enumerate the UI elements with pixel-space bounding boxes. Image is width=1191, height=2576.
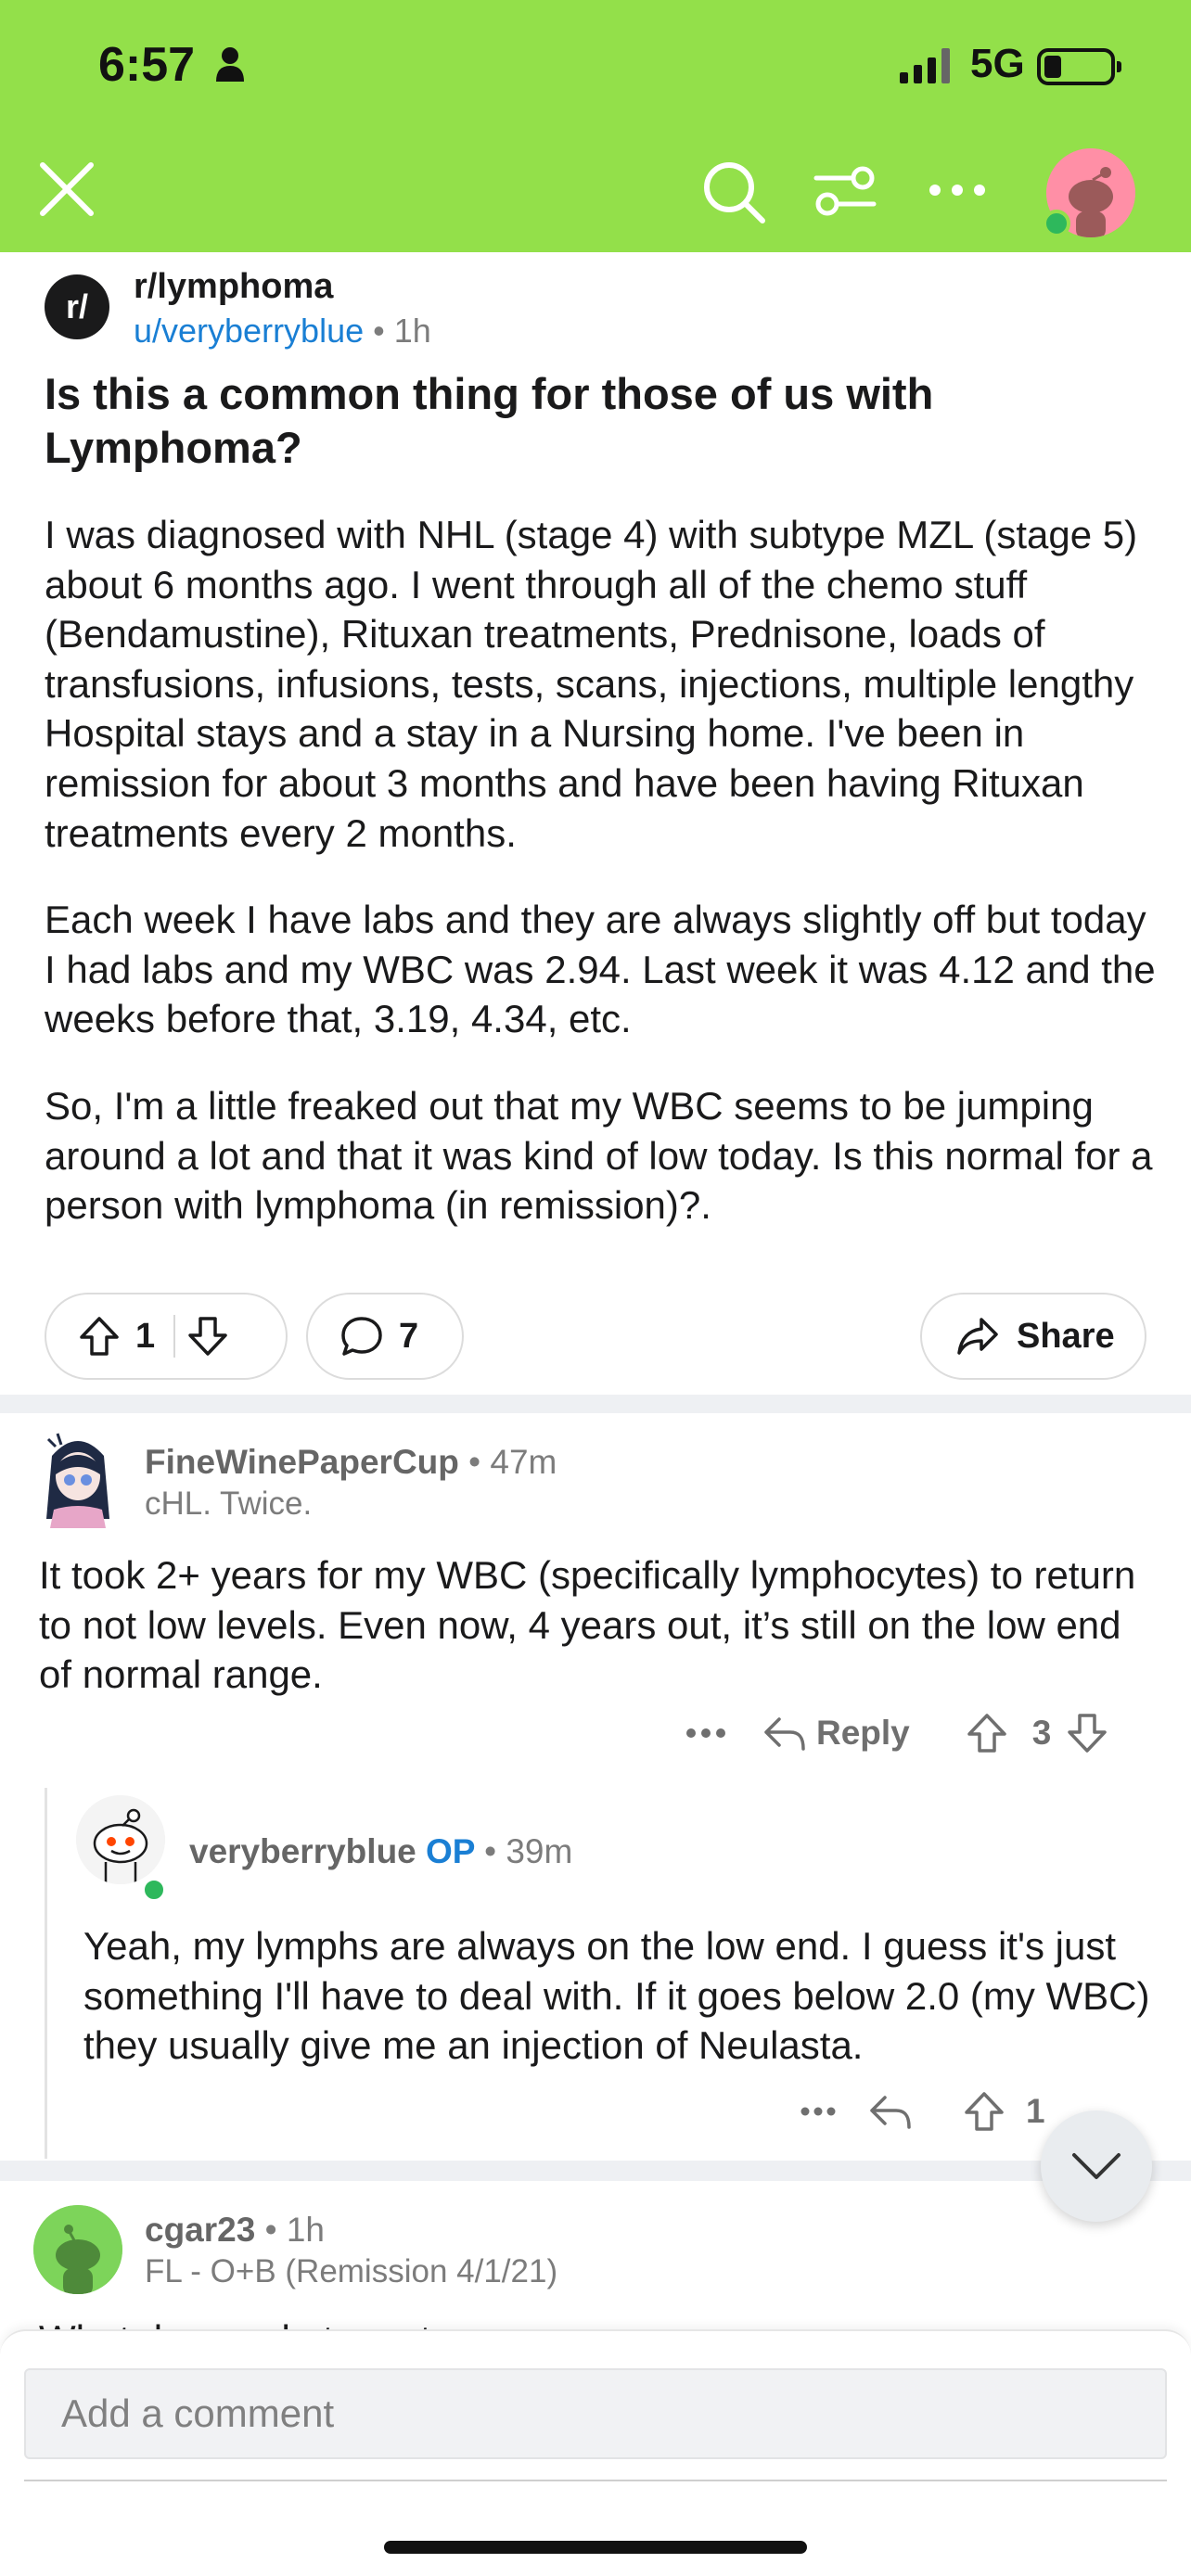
close-icon[interactable]: [37, 159, 96, 219]
more-options-icon[interactable]: [685, 1727, 727, 1740]
snoo-avatar-icon: [76, 1795, 165, 1884]
upvote-icon[interactable]: [78, 1315, 121, 1358]
post-paragraph: So, I'm a little freaked out that my WBC…: [45, 1083, 1153, 1228]
more-options-icon[interactable]: [800, 2106, 837, 2117]
comment-actions: Reply 3: [685, 1712, 1108, 1754]
post-action-bar: 1 7 Share: [45, 1293, 1146, 1382]
comment-vote-count: 3: [1031, 1714, 1052, 1752]
post-author[interactable]: u/veryberryblue: [134, 312, 364, 350]
comment-author[interactable]: veryberryblue: [189, 1832, 416, 1870]
scroll-down-button[interactable]: [1041, 2111, 1152, 2222]
share-label: Share: [1017, 1316, 1115, 1356]
comment-vote-count: 1: [1026, 2092, 1045, 2130]
filter-icon[interactable]: [813, 163, 877, 219]
snoo-avatar-icon: [33, 2205, 122, 2294]
network-label: 5G: [970, 41, 1025, 86]
thread-line: [45, 1788, 47, 2159]
comments-button[interactable]: 7: [306, 1293, 464, 1380]
comment-avatar[interactable]: [76, 1795, 165, 1884]
comment-body: It took 2+ years for my WBC (specificall…: [39, 1553, 1136, 1697]
comment-actions: 1: [800, 2090, 1045, 2133]
battery-icon: [1037, 48, 1121, 85]
comment-author[interactable]: cgar23: [145, 2211, 255, 2249]
vote-divider: [173, 1315, 176, 1358]
upvote-icon[interactable]: [966, 1712, 1008, 1754]
comment-time: 39m: [506, 1832, 573, 1870]
comment-input[interactable]: Add a comment: [24, 2368, 1167, 2459]
composer-divider: [24, 2480, 1167, 2481]
downvote-icon[interactable]: [186, 1315, 229, 1358]
post-body: I was diagnosed with NHL (stage 4) with …: [45, 510, 1158, 1268]
reply-icon[interactable]: [868, 2092, 913, 2131]
vote-count: 1: [135, 1316, 156, 1356]
subreddit-name[interactable]: r/lymphoma: [134, 267, 333, 307]
meta-separator: •: [373, 312, 385, 350]
post-paragraph: I was diagnosed with NHL (stage 4) with …: [45, 513, 1138, 855]
anime-avatar-icon: [46, 1433, 109, 1528]
chevron-down-icon: [1072, 2153, 1121, 2179]
reply-icon[interactable]: [762, 1714, 807, 1753]
comment-avatar[interactable]: [33, 2205, 122, 2294]
comment-icon: [341, 1317, 382, 1356]
downvote-icon[interactable]: [1066, 1712, 1108, 1754]
search-icon[interactable]: [701, 159, 766, 224]
home-indicator[interactable]: [384, 2541, 807, 2554]
comment-author-line: FineWinePaperCup • 47m: [145, 1443, 557, 1481]
person-icon: [216, 47, 244, 82]
signal-icon: [900, 48, 950, 83]
top-bar: 6:57 5G: [0, 0, 1191, 252]
online-status-dot: [141, 1877, 167, 1903]
post-time: 1h: [393, 312, 431, 350]
vote-control: 1: [45, 1293, 288, 1380]
section-divider: [0, 1395, 1191, 1413]
share-icon: [957, 1318, 998, 1355]
comment-time: 1h: [286, 2211, 325, 2249]
comment-body: Yeah, my lymphs are always on the low en…: [83, 1924, 1150, 2068]
user-flair: cHL. Twice.: [145, 1486, 313, 1522]
post-title: Is this a common thing for those of us w…: [45, 369, 934, 472]
comment-author-line: cgar23 • 1h: [145, 2211, 325, 2249]
post-meta: u/veryberryblue • 1h: [134, 312, 431, 351]
comment-count: 7: [399, 1316, 419, 1356]
status-time: 6:57: [98, 38, 196, 92]
online-status-dot: [1043, 210, 1070, 237]
share-button[interactable]: Share: [920, 1293, 1146, 1380]
comment-author[interactable]: FineWinePaperCup: [145, 1443, 459, 1481]
op-badge: OP: [426, 1832, 475, 1870]
subreddit-logo[interactable]: r/: [45, 274, 109, 339]
upvote-icon[interactable]: [963, 2090, 1005, 2133]
user-flair: FL - O+B (Remission 4/1/21): [145, 2253, 558, 2289]
comment-author-line: veryberryblue OP • 39m: [189, 1832, 573, 1870]
section-divider: [0, 2161, 1191, 2181]
post-paragraph: Each week I have labs and they are alway…: [45, 898, 1156, 1041]
comment-time: 47m: [490, 1443, 557, 1481]
reply-button[interactable]: Reply: [816, 1714, 910, 1753]
comment-composer: Add a comment: [0, 2329, 1191, 2576]
more-icon[interactable]: [928, 182, 987, 198]
comment-avatar[interactable]: [35, 1428, 121, 1528]
